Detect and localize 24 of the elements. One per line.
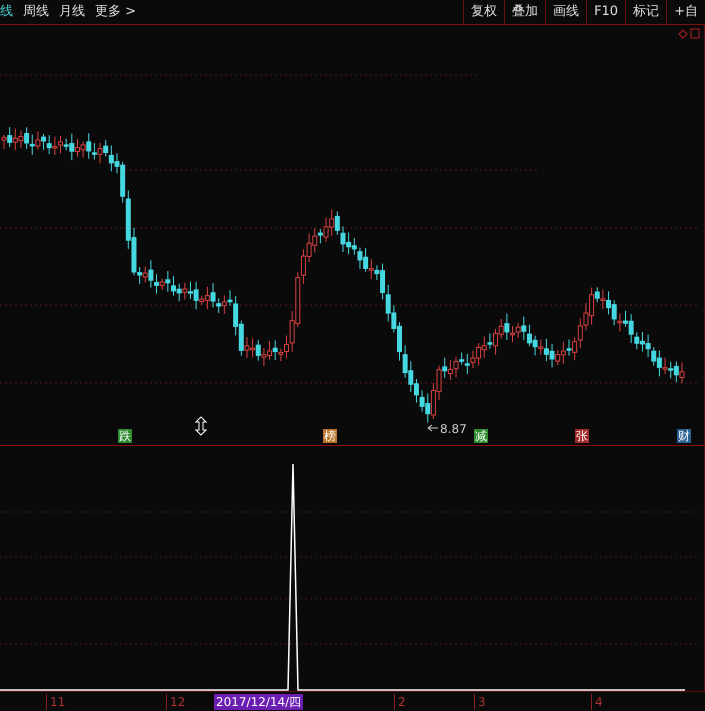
diamond-icon[interactable] [678, 29, 688, 39]
event-marker[interactable]: 张 [575, 429, 589, 443]
time-axis-label: 11 [46, 694, 66, 710]
square-icon[interactable] [690, 28, 700, 38]
toolbar-button[interactable]: 画线 [545, 0, 586, 24]
time-axis-label: 3 [474, 694, 486, 710]
toolbar-button[interactable]: +自 [666, 0, 705, 24]
resize-cursor-icon [194, 416, 208, 436]
event-marker[interactable]: 减 [474, 429, 488, 443]
time-axis-label: 12 [166, 694, 186, 710]
period-tab[interactable]: 更多 > [95, 2, 136, 22]
time-axis-label: 2 [394, 694, 406, 710]
cursor-date-label: 2017/12/14/四 [214, 694, 304, 710]
period-tab[interactable]: 周线 [23, 2, 49, 22]
toolbar-button[interactable]: 复权 [463, 0, 504, 24]
period-tab[interactable]: 线 [0, 2, 13, 22]
time-axis-label: 4 [591, 694, 603, 710]
toolbar-button[interactable]: F10 [586, 0, 626, 24]
period-tab[interactable]: 月线 [59, 2, 85, 22]
event-marker[interactable]: 榜 [323, 429, 337, 443]
toolbar-button[interactable]: 叠加 [504, 0, 546, 24]
toolbar-button[interactable]: 标记 [625, 0, 666, 24]
event-marker[interactable]: 财 [677, 429, 691, 443]
event-marker[interactable]: 跌 [118, 429, 132, 443]
